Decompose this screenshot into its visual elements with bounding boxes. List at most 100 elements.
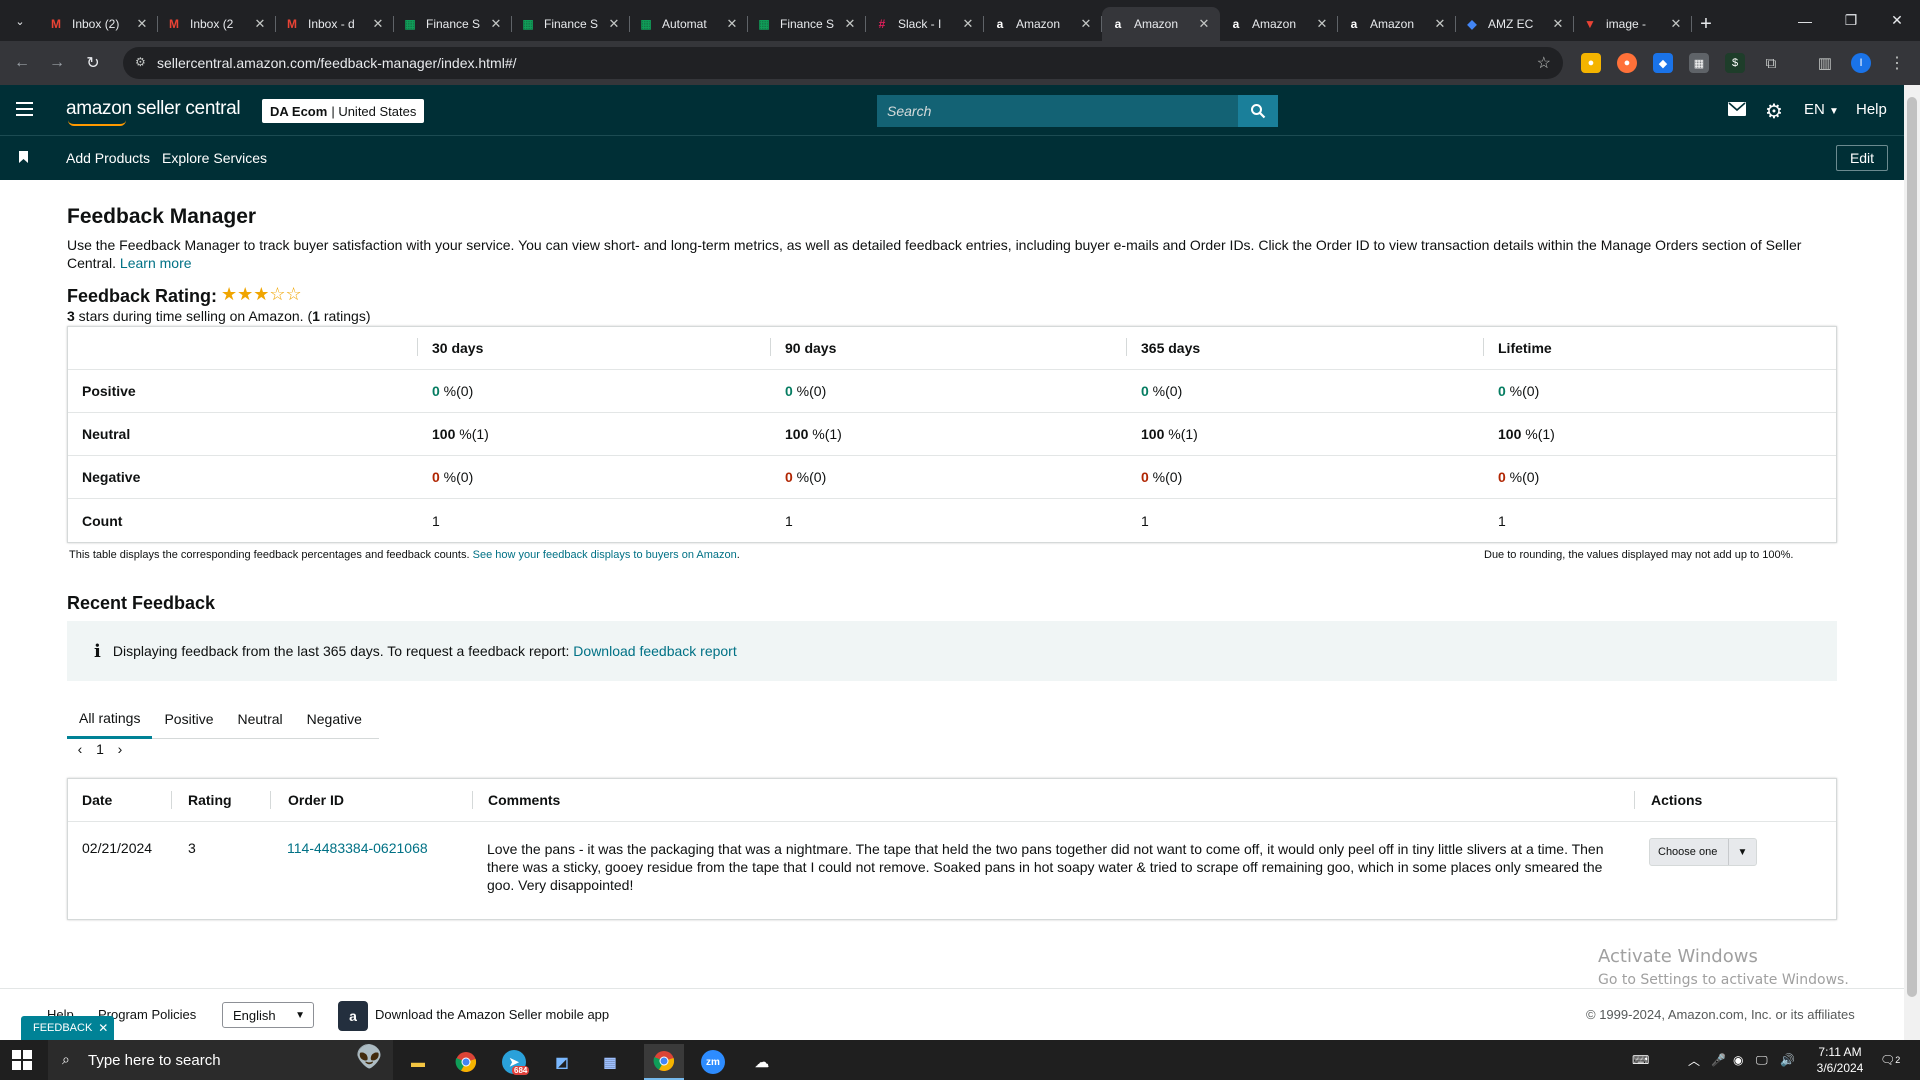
calculator-icon[interactable]: ▦	[590, 1044, 630, 1080]
tab-positive[interactable]: Positive	[152, 699, 225, 739]
microphone-icon[interactable]: 🎤	[1711, 1040, 1726, 1080]
feedback-button[interactable]: FEEDBACK ✕	[21, 1016, 115, 1040]
close-window-icon[interactable]: ✕	[1874, 0, 1920, 41]
browser-tab[interactable]: ▦ Finance S ✕	[512, 7, 630, 41]
telegram-icon[interactable]: ➤ 684	[494, 1044, 534, 1080]
footer-language-select[interactable]: English ▼	[222, 1002, 314, 1028]
browser-tab[interactable]: ▦ Finance S ✕	[394, 7, 512, 41]
app-icon[interactable]: ☁	[742, 1044, 782, 1080]
extensions-puzzle-icon[interactable]: ⧉	[1761, 53, 1781, 73]
seller-app-icon[interactable]: a	[338, 1001, 368, 1031]
notes-app-icon[interactable]: ◩	[542, 1044, 582, 1080]
profile-avatar[interactable]: I	[1851, 53, 1871, 73]
bookmark-star-icon[interactable]: ☆	[1537, 53, 1551, 73]
page-scrollbar[interactable]	[1904, 85, 1920, 1040]
hamburger-menu-icon[interactable]	[16, 102, 33, 116]
tab-all-ratings[interactable]: All ratings	[67, 699, 153, 739]
back-icon[interactable]: ←	[10, 51, 34, 75]
browser-tab[interactable]: ▼ image - ✕	[1574, 7, 1692, 41]
mail-icon[interactable]	[1728, 102, 1746, 120]
notification-icon[interactable]: 🗨 2	[1880, 1040, 1900, 1080]
current-page[interactable]: 1	[90, 741, 110, 757]
account-switcher[interactable]: DA Ecom | United States	[262, 99, 425, 123]
browser-tab[interactable]: ▦ Automat ✕	[630, 7, 748, 41]
close-tab-icon[interactable]: ✕	[134, 16, 150, 32]
windows-start-icon[interactable]	[12, 1050, 32, 1070]
side-panel-icon[interactable]: ▥	[1815, 53, 1835, 73]
chrome-icon[interactable]	[446, 1044, 486, 1080]
keyboard-icon[interactable]: ⌨	[1632, 1040, 1649, 1080]
extension-icon[interactable]: ●	[1617, 53, 1637, 73]
taskbar-search-input[interactable]: ⌕ Type here to search 👽	[48, 1040, 393, 1080]
chrome-active-icon[interactable]	[644, 1044, 684, 1080]
close-tab-icon[interactable]: ✕	[1196, 16, 1212, 32]
new-tab-icon[interactable]: +	[1692, 7, 1720, 41]
close-tab-icon[interactable]: ✕	[724, 16, 740, 32]
zoom-icon[interactable]: zm	[693, 1044, 733, 1080]
volume-icon[interactable]: 🔊	[1780, 1040, 1795, 1080]
tab-search-icon[interactable]: ⌄	[8, 9, 32, 33]
network-icon[interactable]: 🖵	[1756, 1040, 1768, 1080]
browser-tab[interactable]: ◆ AMZ EC ✕	[1456, 7, 1574, 41]
subnav-add-products[interactable]: Add Products	[66, 150, 150, 166]
close-tab-icon[interactable]: ✕	[606, 16, 622, 32]
learn-more-link[interactable]: Learn more	[120, 255, 192, 271]
browser-tab-title: Inbox (2)	[72, 17, 120, 31]
language-selector[interactable]: EN ▼	[1804, 101, 1839, 118]
extension-icon[interactable]: $	[1725, 53, 1745, 73]
browser-tab[interactable]: a Amazon ✕	[1102, 7, 1220, 41]
close-tab-icon[interactable]: ✕	[842, 16, 858, 32]
tray-overflow-icon[interactable]: ︿	[1688, 1040, 1700, 1080]
browser-tab[interactable]: ▦ Finance S ✕	[748, 7, 866, 41]
file-explorer-icon[interactable]: ▬	[398, 1044, 438, 1080]
subnav-explore-services[interactable]: Explore Services	[162, 150, 267, 166]
help-link[interactable]: Help	[1856, 101, 1887, 118]
restore-icon[interactable]: ❐	[1828, 0, 1874, 41]
browser-tab[interactable]: a Amazon ✕	[1220, 7, 1338, 41]
buyer-display-link[interactable]: See how your feedback displays to buyers…	[473, 549, 737, 561]
close-tab-icon[interactable]: ✕	[1550, 16, 1566, 32]
browser-tab[interactable]: a Amazon ✕	[1338, 7, 1456, 41]
camera-icon[interactable]: ◉	[1733, 1040, 1743, 1080]
minimize-icon[interactable]: —	[1782, 0, 1828, 41]
actions-dropdown[interactable]: Choose one ▼	[1649, 838, 1757, 866]
system-clock[interactable]: 7:11 AM 3/6/2024	[1810, 1044, 1870, 1076]
close-tab-icon[interactable]: ✕	[960, 16, 976, 32]
reload-icon[interactable]: ↻	[81, 51, 105, 75]
tab-negative[interactable]: Negative	[295, 699, 374, 739]
next-page-icon[interactable]: ›	[110, 741, 130, 757]
extension-icon[interactable]: ◆	[1653, 53, 1673, 73]
account-name: DA Ecom	[270, 103, 328, 119]
tab-neutral[interactable]: Neutral	[226, 699, 295, 739]
search-input[interactable]: Search	[877, 95, 1239, 127]
close-tab-icon[interactable]: ✕	[370, 16, 386, 32]
bookmark-icon[interactable]	[19, 151, 28, 166]
forward-icon[interactable]: →	[45, 51, 69, 75]
close-tab-icon[interactable]: ✕	[1078, 16, 1094, 32]
close-tab-icon[interactable]: ✕	[1668, 16, 1684, 32]
prev-page-icon[interactable]: ‹	[70, 741, 90, 757]
close-tab-icon[interactable]: ✕	[1432, 16, 1448, 32]
close-tab-icon[interactable]: ✕	[488, 16, 504, 32]
address-bar[interactable]: ⚙ sellercentral.amazon.com/feedback-mana…	[123, 47, 1563, 79]
browser-tab[interactable]: # Slack - I ✕	[866, 7, 984, 41]
order-id-link[interactable]: 114-4483384-0621068	[287, 840, 428, 856]
site-info-icon[interactable]: ⚙	[135, 55, 146, 69]
browser-tab[interactable]: M Inbox (2) ✕	[40, 7, 158, 41]
extension-icon[interactable]: ▦	[1689, 53, 1709, 73]
search-button[interactable]	[1238, 95, 1278, 127]
close-tab-icon[interactable]: ✕	[1314, 16, 1330, 32]
settings-gear-icon[interactable]: ⚙	[1765, 99, 1783, 124]
mobile-app-link[interactable]: Download the Amazon Seller mobile app	[375, 1007, 609, 1022]
close-icon[interactable]: ✕	[98, 1021, 108, 1035]
browser-tab[interactable]: M Inbox (2 ✕	[158, 7, 276, 41]
close-tab-icon[interactable]: ✕	[252, 16, 268, 32]
menu-kebab-icon[interactable]: ⋮	[1887, 53, 1907, 73]
browser-tab[interactable]: M Inbox - d ✕	[276, 7, 394, 41]
scrollbar-thumb[interactable]	[1907, 97, 1917, 997]
seller-central-logo[interactable]: amazon seller central	[66, 98, 241, 126]
extension-icon[interactable]: ●	[1581, 53, 1601, 73]
browser-tab[interactable]: a Amazon ✕	[984, 7, 1102, 41]
edit-button[interactable]: Edit	[1836, 145, 1888, 171]
download-report-link[interactable]: Download feedback report	[573, 643, 736, 659]
